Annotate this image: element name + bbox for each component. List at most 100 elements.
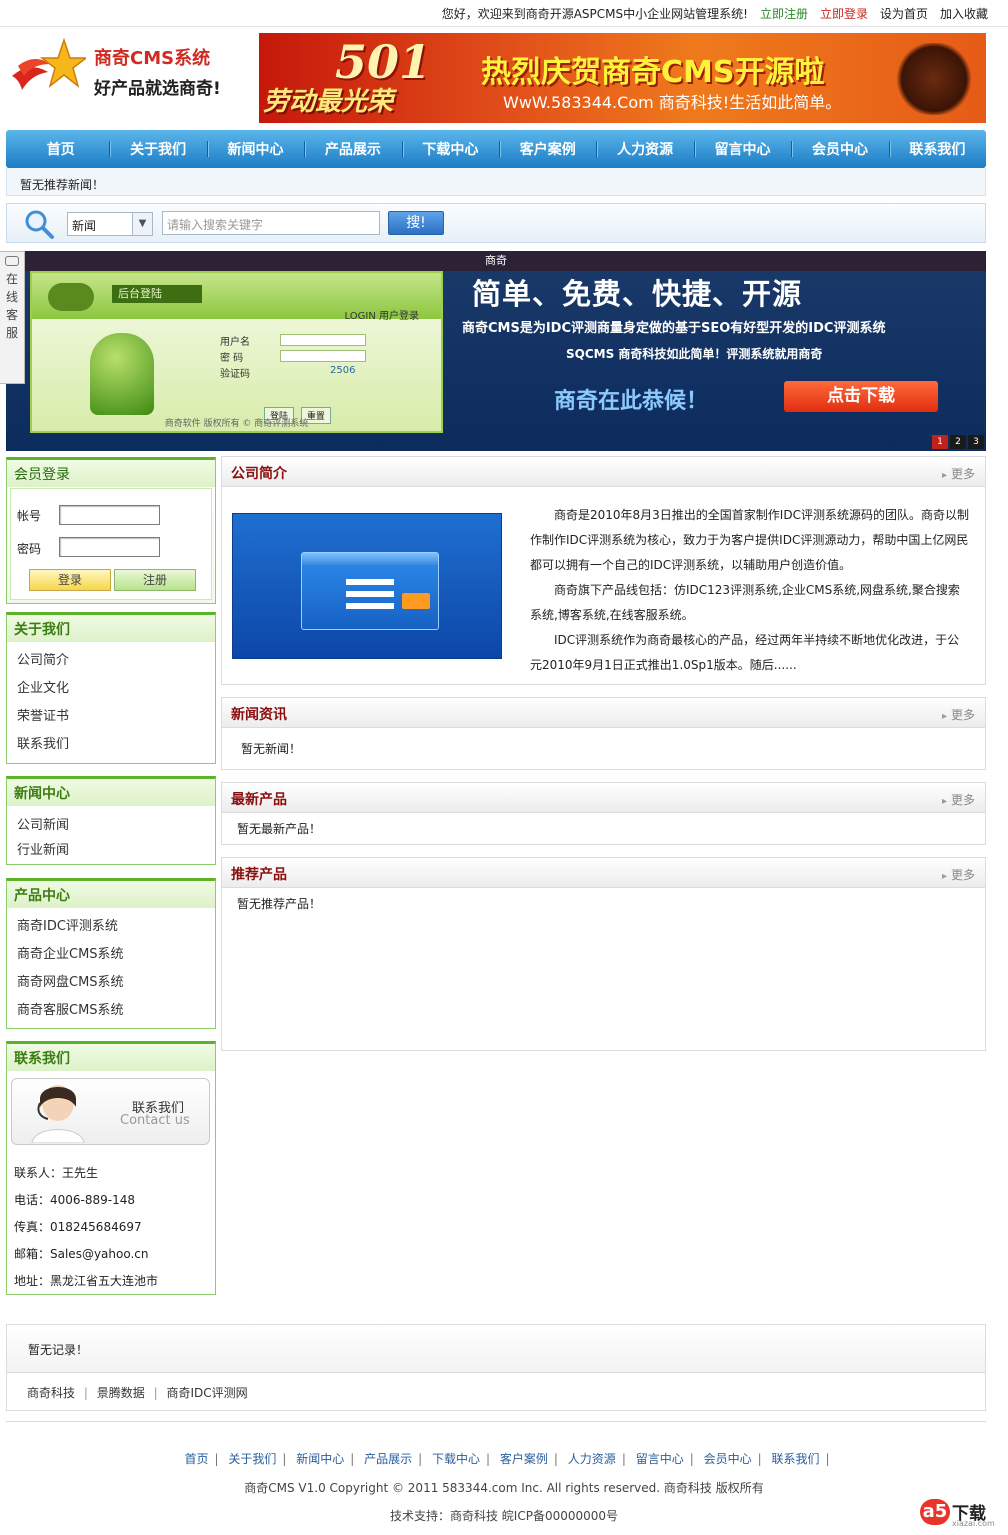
footer-link-guestbook[interactable]: 留言中心 (636, 1452, 684, 1466)
company-intro-title: 公司简介 (231, 466, 287, 482)
chevron-down-icon[interactable]: ▼ (132, 213, 152, 235)
footer-link-home[interactable]: 首页 (184, 1452, 208, 1466)
banner-subtitle: WwW.583344.Com 商奇科技!生活如此简单。 (503, 93, 842, 112)
latest-products-more[interactable]: 更多 (942, 791, 975, 808)
search-category-select[interactable]: 新闻 ▼ (67, 212, 153, 236)
banner-title: 热烈庆贺商奇CMS开源啦 (481, 55, 825, 90)
top-bar: 您好，欢迎来到商奇开源ASPCMS中小企业网站管理系统! 立即注册 立即登录 设… (0, 0, 1008, 27)
main-nav: 首页 关于我们 新闻中心 产品展示 下载中心 客户案例 人力资源 留言中心 会员… (6, 130, 986, 168)
product-item-idc[interactable]: 商奇IDC评测系统 (7, 915, 215, 943)
a5-site: xiazai.com (952, 1519, 995, 1528)
about-item-honors[interactable]: 荣誉证书 (7, 703, 215, 731)
footer-link-news[interactable]: 新闻中心 (296, 1452, 344, 1466)
nav-item-member[interactable]: 会员中心 (791, 139, 888, 159)
about-item-intro[interactable]: 公司简介 (7, 647, 215, 675)
product-item-cms[interactable]: 商奇企业CMS系统 (7, 943, 215, 971)
nav-item-home[interactable]: 首页 (12, 139, 109, 159)
slider-login-mockup: 后台登陆 LOGIN 用户登录 用户名 密 码 验证码 2506 登陆 重置 商奇… (30, 271, 443, 433)
search-button[interactable]: 搜! (388, 211, 444, 235)
search-icon (25, 210, 54, 239)
nav-item-guestbook[interactable]: 留言中心 (693, 139, 791, 159)
nav-item-about[interactable]: 关于我们 (109, 139, 206, 159)
slider-page-3[interactable]: 3 (968, 435, 984, 449)
contact-phone: 电话：4006-889-148 (14, 1193, 136, 1207)
footer-link-hr[interactable]: 人力资源 (568, 1452, 616, 1466)
hero-slider[interactable]: 商奇 后台登陆 LOGIN 用户登录 用户名 密 码 验证码 2506 登陆 重置… (6, 251, 986, 451)
contact-card: 联系我们 Contact us (11, 1078, 210, 1145)
latest-products-section: 最新产品 更多 暂无最新产品！ (221, 782, 986, 845)
footer-divider (6, 1421, 986, 1422)
product-item-service[interactable]: 商奇客服CMS系统 (7, 999, 215, 1027)
about-item-contact[interactable]: 联系我们 (7, 731, 215, 759)
recommended-products-empty: 暂无推荐产品！ (237, 897, 322, 911)
intro-paragraph-3: IDC评测系统作为商奇最核心的产品，经过两年半持续不断地优化改进，于公元2010… (530, 633, 960, 672)
nav-item-contact[interactable]: 联系我们 (888, 139, 986, 159)
add-favorite-link[interactable]: 加入收藏 (940, 5, 988, 22)
nav-item-news[interactable]: 新闻中心 (206, 139, 304, 159)
logo-slogan: 好产品就选商奇! (94, 79, 221, 99)
login-link[interactable]: 立即登录 (820, 5, 868, 22)
set-home-link[interactable]: 设为首页 (880, 5, 928, 22)
slider-line3: SQCMS 商奇科技如此简单！评测系统就用商奇 (566, 347, 823, 361)
product-menu: 产品中心 商奇IDC评测系统 商奇企业CMS系统 商奇网盘CMS系统 商奇客服C… (6, 878, 216, 1029)
friend-links: 商奇科技 | 景腾数据 | 商奇IDC评测网 (27, 1386, 248, 1400)
welcome-text: 您好，欢迎来到商奇开源ASPCMS中小企业网站管理系统! (441, 6, 748, 21)
news-item-industry[interactable]: 行业新闻 (7, 839, 215, 864)
panel-title: 后台登陆 (112, 285, 202, 303)
search-category-value: 新闻 (72, 219, 97, 233)
slider-caption: 商奇 (6, 251, 986, 271)
recommended-products-more[interactable]: 更多 (942, 866, 975, 883)
product-item-netdisk[interactable]: 商奇网盘CMS系统 (7, 971, 215, 999)
nav-item-download[interactable]: 下载中心 (401, 139, 499, 159)
user-figure-icon (90, 333, 154, 415)
nav-item-hr[interactable]: 人力资源 (596, 139, 693, 159)
footer-link-download[interactable]: 下载中心 (432, 1452, 480, 1466)
company-intro-text: 商奇是2010年8月3日推出的全国首家制作IDC评测系统源码的团队。商奇以制作制… (530, 503, 970, 678)
footer-link-contact[interactable]: 联系我们 (771, 1452, 819, 1466)
panel-pass-label: 密 码 (220, 353, 244, 364)
nav-item-products[interactable]: 产品展示 (304, 139, 401, 159)
account-input[interactable] (59, 505, 160, 525)
panel-footer: 商奇软件 版权所有 © 商奇评测系统 (164, 419, 309, 429)
latest-products-empty: 暂无最新产品！ (237, 822, 322, 836)
news-item-company[interactable]: 公司新闻 (7, 814, 215, 839)
member-login-box: 会员登录 帐号 密码 登录 注册 (6, 457, 216, 604)
intro-paragraph-1: 商奇是2010年8月3日推出的全国首家制作IDC评测系统源码的团队。商奇以制作制… (530, 508, 969, 572)
friend-link-1[interactable]: 商奇科技 (27, 1386, 75, 1400)
about-menu: 关于我们 公司简介 企业文化 荣誉证书 联系我们 (6, 612, 216, 764)
about-item-culture[interactable]: 企业文化 (7, 675, 215, 703)
slider-page-1[interactable]: 1 (932, 435, 948, 449)
login-button[interactable]: 登录 (29, 569, 111, 591)
site-logo[interactable]: 商奇CMS系统 好产品就选商奇! (8, 36, 223, 104)
download-button[interactable]: 点击下载 (784, 381, 938, 412)
company-intro-more[interactable]: 更多 (942, 465, 975, 482)
window-titlebar-icon (302, 553, 438, 565)
news-ticker: 暂无推荐新闻！ (6, 168, 986, 196)
slider-headline: 简单、免费、快捷、开源 (472, 277, 803, 311)
nav-item-cases[interactable]: 客户案例 (499, 139, 596, 159)
register-button[interactable]: 注册 (114, 569, 196, 591)
register-link[interactable]: 立即注册 (760, 5, 808, 22)
news-section-more[interactable]: 更多 (942, 706, 975, 723)
company-screenshot[interactable] (232, 513, 502, 659)
footer-link-products[interactable]: 产品展示 (364, 1452, 412, 1466)
contact-fax: 传真：018245684697 (14, 1220, 142, 1234)
password-label: 密码 (17, 542, 42, 556)
friend-link-2[interactable]: 景腾数据 (97, 1386, 145, 1400)
footer-link-member[interactable]: 会员中心 (704, 1452, 752, 1466)
panel-user-label: 用户名 (220, 337, 250, 348)
contact-person: 联系人：王先生 (14, 1166, 99, 1180)
footer-support: 技术支持：商奇科技 皖ICP备00000000号 (389, 1509, 619, 1523)
slider-page-2[interactable]: 2 (950, 435, 966, 449)
panel-code: 2506 (330, 365, 356, 376)
recommended-products-section: 推荐产品 更多 暂无推荐产品！ (221, 857, 986, 1051)
contact-title: 联系我们 (6, 1041, 216, 1071)
footer-link-cases[interactable]: 客户案例 (500, 1452, 548, 1466)
header-banner[interactable]: 501 劳动最光荣 热烈庆贺商奇CMS开源啦 WwW.583344.Com 商奇… (259, 33, 986, 123)
online-service-tab[interactable]: 在线客服 (0, 251, 25, 384)
a5-watermark-logo: a5 下载 xiazai.com (920, 1497, 1000, 1531)
search-input[interactable]: 请输入搜索关键字 (162, 211, 380, 235)
password-input[interactable] (59, 537, 160, 557)
friend-link-3[interactable]: 商奇IDC评测网 (166, 1386, 247, 1400)
footer-link-about[interactable]: 关于我们 (228, 1452, 276, 1466)
